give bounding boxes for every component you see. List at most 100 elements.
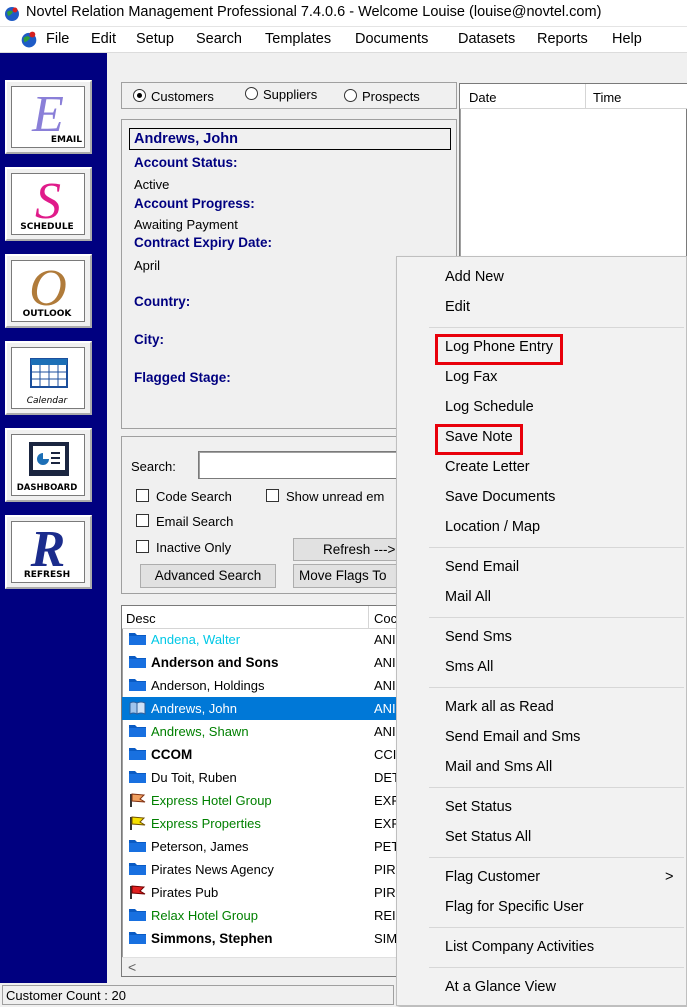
list-item-desc: Andrews, Shawn: [151, 724, 249, 739]
radio-suppliers-indicator: [245, 87, 258, 100]
menu-setup[interactable]: Setup: [136, 31, 174, 47]
list-item[interactable]: Andena, Walter ANI: [122, 628, 400, 651]
list-item[interactable]: Simmons, Stephen SIM: [122, 927, 400, 950]
list-item[interactable]: Andrews, Shawn ANI: [122, 720, 400, 743]
radio-customers[interactable]: Customers: [133, 89, 214, 104]
list-item-desc: Express Properties: [151, 816, 261, 831]
email-button[interactable]: E EMAIL: [5, 80, 92, 154]
menu-item-save-documents[interactable]: Save Documents: [445, 489, 555, 505]
menu-item-set-status[interactable]: Set Status: [445, 799, 512, 815]
calendar-button[interactable]: Calendar: [5, 341, 92, 415]
menu-templates[interactable]: Templates: [265, 31, 331, 47]
list-item[interactable]: Anderson, Holdings ANI: [122, 674, 400, 697]
account-status-label: Account Status:: [134, 155, 238, 170]
list-item-code: REI: [374, 908, 396, 923]
list-item-desc: Express Hotel Group: [151, 793, 272, 808]
list-item-code: CCI: [374, 747, 397, 762]
list-item-code: ANI: [374, 678, 396, 693]
list-item-desc: Peterson, James: [151, 839, 249, 854]
email-search-checkbox[interactable]: Email Search: [136, 514, 233, 529]
horizontal-scrollbar[interactable]: <: [122, 957, 400, 976]
menu-item-at-a-glance-view[interactable]: At a Glance View: [445, 979, 556, 995]
flag-red-icon: [129, 885, 146, 902]
menu-item-add-new[interactable]: Add New: [445, 269, 504, 285]
show-unread-checkbox[interactable]: Show unread em: [266, 489, 384, 504]
menu-edit[interactable]: Edit: [91, 31, 116, 47]
menu-item-create-letter[interactable]: Create Letter: [445, 459, 530, 475]
outlook-button[interactable]: O OUTLOOK: [5, 254, 92, 328]
menu-search[interactable]: Search: [196, 31, 242, 47]
radio-prospects-label: Prospects: [362, 89, 420, 104]
list-item[interactable]: Andrews, John ANI: [122, 697, 400, 720]
menu-reports[interactable]: Reports: [537, 31, 588, 47]
list-item[interactable]: Du Toit, Ruben DET: [122, 766, 400, 789]
list-item[interactable]: Pirates Pub PIR: [122, 881, 400, 904]
radio-prospects[interactable]: Prospects: [344, 89, 420, 104]
refresh-button[interactable]: R REFRESH: [5, 515, 92, 589]
menu-item-mark-all-as-read[interactable]: Mark all as Read: [445, 699, 554, 715]
menu-item-location-map[interactable]: Location / Map: [445, 519, 540, 535]
list-item-code: ANI: [374, 724, 396, 739]
menu-item-log-schedule[interactable]: Log Schedule: [445, 399, 534, 415]
schedule-button[interactable]: S SCHEDULE: [5, 167, 92, 241]
list-item-desc: Pirates News Agency: [151, 862, 274, 877]
column-divider: [585, 84, 586, 108]
app-menu-icon[interactable]: [20, 30, 38, 48]
menu-separator: [429, 927, 684, 928]
calendar-label: Calendar: [26, 396, 68, 406]
menu-help[interactable]: Help: [612, 31, 642, 47]
menu-item-edit[interactable]: Edit: [445, 299, 470, 315]
menu-file[interactable]: File: [46, 31, 69, 47]
list-item[interactable]: CCOM CCI: [122, 743, 400, 766]
activity-col-time[interactable]: Time: [593, 90, 621, 105]
list-item[interactable]: Anderson and Sons ANI: [122, 651, 400, 674]
code-search-checkbox[interactable]: Code Search: [136, 489, 232, 504]
menu-item-flag-customer[interactable]: Flag Customer: [445, 869, 540, 885]
list-item[interactable]: Express Properties EXF: [122, 812, 400, 835]
list-item[interactable]: Peterson, James PET: [122, 835, 400, 858]
menu-item-mail-and-sms-all[interactable]: Mail and Sms All: [445, 759, 552, 775]
customer-name: Andrews, John: [134, 131, 238, 147]
scroll-left-icon[interactable]: <: [128, 959, 136, 975]
menu-item-log-fax[interactable]: Log Fax: [445, 369, 497, 385]
menu-item-send-sms[interactable]: Send Sms: [445, 629, 512, 645]
activity-col-date[interactable]: Date: [469, 90, 496, 105]
list-item[interactable]: Express Hotel Group EXF: [122, 789, 400, 812]
email-search-box: [136, 514, 149, 527]
customer-col-code[interactable]: Coc: [374, 611, 397, 626]
menu-item-send-email-and-sms[interactable]: Send Email and Sms: [445, 729, 580, 745]
list-item[interactable]: Relax Hotel Group REI: [122, 904, 400, 927]
menu-item-mail-all[interactable]: Mail All: [445, 589, 491, 605]
outlook-label: OUTLOOK: [22, 309, 72, 319]
list-item[interactable]: Pirates News Agency PIR: [122, 858, 400, 881]
menu-separator: [429, 687, 684, 688]
dashboard-button[interactable]: DASHBOARD: [5, 428, 92, 502]
menu-item-send-email[interactable]: Send Email: [445, 559, 519, 575]
contract-expiry-label: Contract Expiry Date:: [134, 235, 273, 250]
customer-col-desc[interactable]: Desc: [126, 611, 156, 626]
radio-suppliers[interactable]: Suppliers: [245, 87, 317, 102]
title-bar: Novtel Relation Management Professional …: [0, 0, 687, 27]
account-progress-label: Account Progress:: [134, 196, 255, 211]
menu-item-set-status-all[interactable]: Set Status All: [445, 829, 531, 845]
list-item-desc: Anderson and Sons: [151, 655, 279, 670]
menu-item-sms-all[interactable]: Sms All: [445, 659, 493, 675]
folder-icon: [129, 839, 146, 855]
inactive-only-checkbox[interactable]: Inactive Only: [136, 540, 231, 555]
flag-orange-icon: [129, 793, 146, 810]
account-progress-value: Awaiting Payment: [134, 217, 238, 232]
column-divider: [368, 606, 369, 628]
menu-item-list-company-activities[interactable]: List Company Activities: [445, 939, 594, 955]
contract-expiry-value: April: [134, 258, 161, 273]
folder-icon: [129, 678, 146, 694]
advanced-search-button[interactable]: Advanced Search: [140, 564, 276, 588]
menu-item-flag-for-specific-user[interactable]: Flag for Specific User: [445, 899, 584, 915]
highlight-box: [435, 424, 523, 455]
window-title: Novtel Relation Management Professional …: [26, 4, 602, 20]
customer-list[interactable]: Desc Coc Andena, Walter ANI Anderson and S…: [121, 605, 401, 977]
activity-header: Date Time: [460, 84, 687, 109]
app-globe-icon: [5, 7, 19, 21]
menu-datasets[interactable]: Datasets: [458, 31, 515, 47]
highlight-box: [435, 334, 563, 365]
menu-documents[interactable]: Documents: [355, 31, 428, 47]
